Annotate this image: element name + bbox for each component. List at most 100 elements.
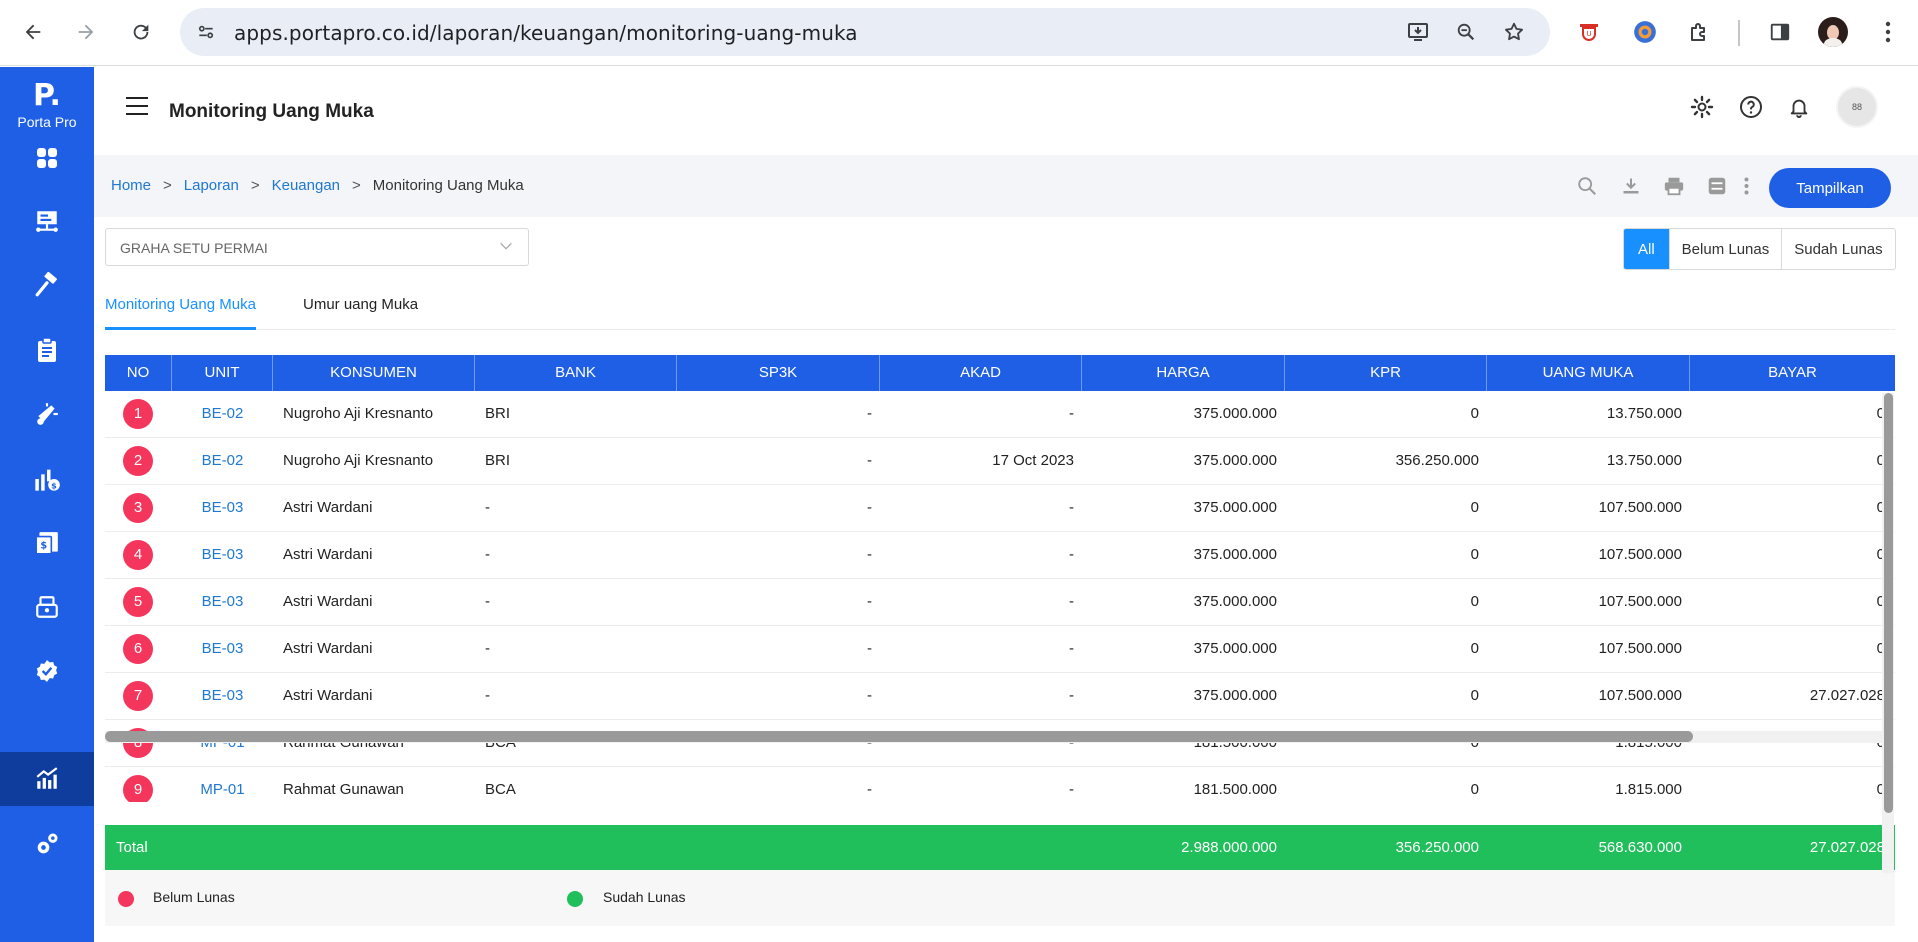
table-row[interactable]: 4 BE-03 Astri Wardani - - - 375.000.000 0 107.50… — [105, 532, 1895, 579]
sidebar-item-finance[interactable]: $ — [0, 452, 94, 506]
project-select[interactable]: GRAHA SETU PERMAI — [105, 228, 529, 266]
breadcrumb-home[interactable]: Home — [111, 177, 151, 194]
cell-unit[interactable]: BE-03 — [172, 579, 273, 625]
cell-kpr: 0 — [1470, 405, 1479, 422]
cell-uang-muka: 107.500.000 — [1598, 687, 1682, 704]
cell-sp3k: - — [867, 452, 872, 469]
cell-bank: - — [485, 640, 490, 657]
app-logo[interactable]: P. Porta Pro — [0, 81, 94, 131]
tab-umur-uang-muka[interactable]: Umur uang Muka — [303, 282, 418, 330]
cell-unit[interactable]: BE-03 — [172, 673, 273, 719]
breadcrumb-keuangan[interactable]: Keuangan — [272, 177, 340, 194]
cell-akad: 17 Oct 2023 — [992, 452, 1074, 469]
table-row[interactable]: 5 BE-03 Astri Wardani - - - 375.000.000 0 107.50… — [105, 579, 1895, 626]
filter-all-button[interactable]: All — [1624, 229, 1669, 269]
cell-bayar: 0 — [1876, 593, 1885, 610]
table-row[interactable]: 1 BE-02 Nugroho Aji Kresnanto BRI - - 375.000.… — [105, 391, 1895, 438]
show-button[interactable]: Tampilkan — [1769, 168, 1891, 208]
sidebar-item-dashboard[interactable] — [0, 131, 94, 185]
cell-uang-muka: 107.500.000 — [1598, 640, 1682, 657]
sidebar-item-settings[interactable] — [0, 817, 94, 871]
reload-icon[interactable] — [123, 14, 159, 50]
forward-arrow-icon[interactable] — [68, 14, 104, 50]
vertical-scrollbar-thumb[interactable] — [1884, 393, 1893, 813]
cell-kpr: 356.250.000 — [1395, 452, 1479, 469]
cell-kpr: 0 — [1470, 687, 1479, 704]
column-header-no[interactable]: NO — [105, 355, 172, 391]
cell-unit[interactable]: BE-03 — [172, 485, 273, 531]
extensions-puzzle-icon[interactable] — [1684, 17, 1714, 47]
sidebar-item-reports[interactable] — [0, 752, 94, 806]
table-row[interactable]: 9 MP-01 Rahmat Gunawan BCA - - 181.500.000 0 1.8… — [105, 767, 1895, 802]
settings-gear-icon[interactable] — [1688, 93, 1716, 121]
side-panel-icon[interactable] — [1765, 17, 1795, 47]
data-table: NO UNIT KONSUMEN BANK SP3K AKAD HARGA KP… — [105, 355, 1895, 802]
help-icon[interactable] — [1737, 93, 1765, 121]
cell-unit[interactable]: BE-02 — [172, 438, 273, 484]
notification-bell-icon[interactable] — [1785, 93, 1813, 121]
zoom-icon[interactable] — [1454, 20, 1478, 44]
sidebar-item-construction[interactable] — [0, 258, 94, 312]
cell-akad: - — [1069, 546, 1074, 563]
filter-sudah-lunas-button[interactable]: Sudah Lunas — [1781, 229, 1895, 269]
column-settings-icon[interactable] — [1704, 173, 1730, 199]
cell-kpr: 0 — [1470, 781, 1479, 798]
cell-sp3k: - — [867, 499, 872, 516]
profile-avatar[interactable] — [1818, 17, 1848, 47]
horizontal-scrollbar-thumb[interactable] — [105, 731, 1693, 742]
back-arrow-icon[interactable] — [15, 14, 51, 50]
cell-bank: - — [485, 687, 490, 704]
bookmark-star-icon[interactable] — [1502, 20, 1526, 44]
cell-unit[interactable]: BE-03 — [172, 532, 273, 578]
print-icon[interactable] — [1661, 173, 1687, 199]
column-header-bank[interactable]: BANK — [475, 355, 677, 391]
browser-menu-icon[interactable] — [1873, 17, 1903, 47]
cell-unit[interactable]: BE-03 — [172, 626, 273, 672]
column-header-akad[interactable]: AKAD — [880, 355, 1082, 391]
column-header-unit[interactable]: UNIT — [172, 355, 273, 391]
table-row[interactable]: 7 BE-03 Astri Wardani - - - 375.000.000 0 107.50… — [105, 673, 1895, 720]
cell-sp3k: - — [867, 546, 872, 563]
sidebar-item-project[interactable] — [0, 194, 94, 248]
more-options-icon[interactable] — [1739, 173, 1753, 199]
legend-sudah-lunas: Sudah Lunas — [603, 889, 686, 905]
cell-unit[interactable]: BE-02 — [172, 391, 273, 437]
column-header-konsumen[interactable]: KONSUMEN — [273, 355, 475, 391]
table-row[interactable]: 3 BE-03 Astri Wardani - - - 375.000.000 0 107.50… — [105, 485, 1895, 532]
sidebar-item-tasks[interactable] — [0, 323, 94, 377]
install-app-icon[interactable] — [1406, 20, 1430, 44]
download-icon[interactable] — [1618, 173, 1644, 199]
breadcrumb-laporan[interactable]: Laporan — [184, 177, 239, 194]
sidebar-item-invoice[interactable]: $ — [0, 516, 94, 570]
user-avatar[interactable]: 88 — [1836, 86, 1878, 128]
cell-uang-muka: 1.815.000 — [1615, 781, 1682, 798]
chevron-down-icon — [498, 238, 514, 259]
cell-akad: - — [1069, 499, 1074, 516]
sidebar-item-cashier[interactable] — [0, 580, 94, 634]
search-icon[interactable] — [1574, 173, 1600, 199]
cell-unit[interactable]: MP-01 — [172, 720, 273, 766]
cell-harga: 375.000.000 — [1193, 593, 1277, 610]
extension-shield-icon[interactable]: U — [1574, 17, 1604, 47]
total-kpr: 356.250.000 — [1395, 839, 1479, 856]
column-header-sp3k[interactable]: SP3K — [677, 355, 880, 391]
sidebar-item-marketing[interactable] — [0, 387, 94, 441]
column-header-bayar[interactable]: BAYAR — [1690, 355, 1895, 391]
filter-belum-lunas-button[interactable]: Belum Lunas — [1668, 229, 1782, 269]
sidebar-item-approval[interactable] — [0, 644, 94, 698]
column-header-harga[interactable]: HARGA — [1082, 355, 1285, 391]
cell-unit[interactable]: MP-01 — [172, 767, 273, 802]
table-row[interactable]: 2 BE-02 Nugroho Aji Kresnanto BRI - 17 Oct 20… — [105, 438, 1895, 485]
tab-monitoring-uang-muka[interactable]: Monitoring Uang Muka — [105, 282, 256, 330]
total-uang-muka: 568.630.000 — [1598, 839, 1682, 856]
extension-globe-icon[interactable] — [1630, 17, 1660, 47]
site-info-icon[interactable] — [194, 20, 218, 44]
table-row[interactable]: 8MP-01Rahmat GunawanBCA--181.500.00001.8… — [105, 720, 1895, 767]
table-row[interactable]: 6 BE-03 Astri Wardani - - - 375.000.000 0 107.50… — [105, 626, 1895, 673]
address-bar[interactable]: apps.portapro.co.id/laporan/keuangan/mon… — [180, 8, 1550, 56]
url-text[interactable]: apps.portapro.co.id/laporan/keuangan/mon… — [234, 21, 858, 45]
main-content: GRAHA SETU PERMAI All Belum Lunas Sudah … — [94, 217, 1906, 942]
column-header-kpr[interactable]: KPR — [1285, 355, 1487, 391]
menu-toggle-icon[interactable] — [126, 97, 148, 115]
column-header-uang-muka[interactable]: UANG MUKA — [1487, 355, 1690, 391]
